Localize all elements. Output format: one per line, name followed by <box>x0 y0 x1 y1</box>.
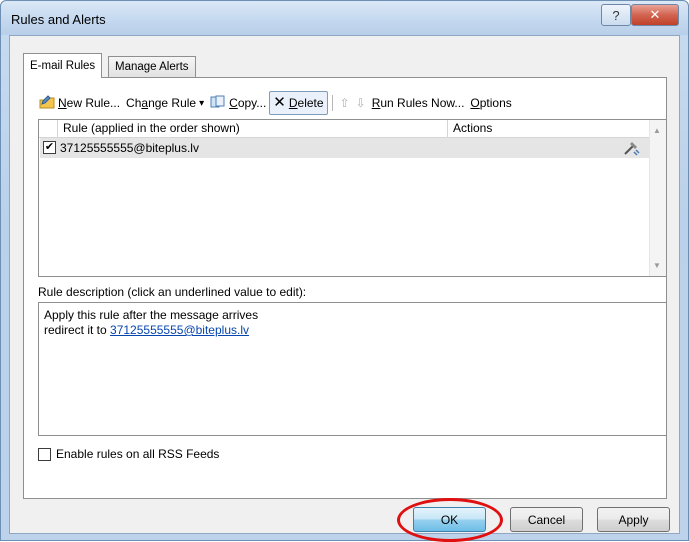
column-header-actions[interactable]: Actions <box>453 121 492 135</box>
copy-icon <box>210 95 226 112</box>
delete-icon: ✕ <box>273 94 286 111</box>
delete-button[interactable]: ✕ Delete <box>269 91 328 115</box>
email-rules-panel: New Rule... Change Rule ▾ Copy... ✕ Dele… <box>23 77 667 499</box>
description-line-2: redirect it to 37125555555@biteplus.lv <box>44 323 249 337</box>
title-bar[interactable]: Rules and Alerts ? ✕ <box>1 1 688 35</box>
column-divider <box>447 120 448 137</box>
column-header-rule[interactable]: Rule (applied in the order shown) <box>63 121 240 135</box>
rss-checkbox[interactable] <box>38 447 51 461</box>
rule-name: 37125555555@biteplus.lv <box>60 141 199 155</box>
rule-actions-icon[interactable] <box>622 139 640 160</box>
change-rule-button[interactable]: Change Rule ▾ <box>123 92 207 114</box>
toolbar-separator <box>331 95 333 111</box>
rule-description-label: Rule description (click an underlined va… <box>38 285 307 299</box>
scroll-up-icon[interactable]: ▲ <box>653 126 661 135</box>
rule-enabled-checkbox[interactable]: ✔ <box>43 141 56 154</box>
rules-list-header: Rule (applied in the order shown) Action… <box>39 120 650 138</box>
apply-button[interactable]: Apply <box>597 507 670 532</box>
dialog-body: E-mail Rules Manage Alerts New Rule... C… <box>9 35 680 542</box>
move-up-button[interactable]: ⇧ <box>337 92 353 114</box>
tab-email-rules[interactable]: E-mail Rules <box>23 53 103 78</box>
new-rule-icon <box>39 94 55 113</box>
redirect-address-link[interactable]: 37125555555@biteplus.lv <box>110 323 249 337</box>
new-rule-button[interactable]: New Rule... <box>36 92 123 114</box>
window-title: Rules and Alerts <box>11 12 106 27</box>
rules-list[interactable]: Rule (applied in the order shown) Action… <box>38 119 667 277</box>
run-rules-now-button[interactable]: Run Rules Now... <box>369 92 468 114</box>
ok-highlight-annotation <box>397 498 503 542</box>
description-line-1: Apply this rule after the message arrive… <box>44 308 259 322</box>
rule-row[interactable]: ✔ 37125555555@biteplus.lv <box>40 138 649 158</box>
rss-rules-option[interactable]: Enable rules on all RSS Feeds <box>38 447 219 461</box>
help-button[interactable]: ? <box>601 4 631 26</box>
rss-label: Enable rules on all RSS Feeds <box>56 447 220 461</box>
rules-list-scrollbar[interactable]: ▲ ▼ <box>649 120 666 276</box>
column-divider <box>57 120 58 137</box>
cancel-button[interactable]: Cancel <box>510 507 583 532</box>
rules-toolbar: New Rule... Change Rule ▾ Copy... ✕ Dele… <box>36 91 515 115</box>
scroll-down-icon[interactable]: ▼ <box>653 261 661 270</box>
chevron-down-icon: ▾ <box>199 97 205 109</box>
close-button[interactable]: ✕ <box>631 4 679 26</box>
options-button[interactable]: Options <box>467 92 514 114</box>
copy-button[interactable]: Copy... <box>207 92 269 114</box>
move-down-button[interactable]: ⇩ <box>353 92 369 114</box>
rule-description-box: Apply this rule after the message arrive… <box>38 302 667 436</box>
rules-and-alerts-window: Rules and Alerts ? ✕ E-mail Rules Manage… <box>0 0 689 542</box>
tab-manage-alerts[interactable]: Manage Alerts <box>108 56 196 77</box>
